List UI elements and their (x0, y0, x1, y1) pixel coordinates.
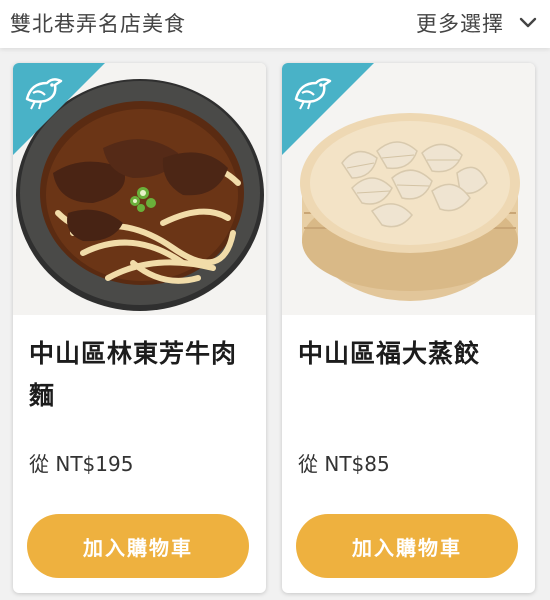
more-options-button[interactable]: 更多選擇 (416, 8, 538, 38)
section-title: 雙北巷弄名店美食 (10, 12, 186, 36)
top-bar: 雙北巷弄名店美食 更多選擇 (0, 0, 550, 48)
more-options-label: 更多選擇 (416, 12, 504, 36)
bird-logo-icon (294, 78, 332, 110)
add-to-cart-button[interactable]: 加入購物車 (296, 514, 518, 578)
chevron-down-icon (519, 17, 537, 28)
product-name[interactable]: 中山區福大蒸餃 (298, 333, 523, 375)
bird-logo-icon (25, 78, 63, 110)
product-price: 從 NT$85 (298, 452, 390, 476)
add-to-cart-button[interactable]: 加入購物車 (27, 514, 249, 578)
product-card[interactable]: 中山區福大蒸餃 從 NT$85 加入購物車 (282, 63, 535, 593)
product-name[interactable]: 中山區林東芳牛肉麵 (29, 333, 254, 417)
beef-noodle-soup-image[interactable] (13, 63, 266, 315)
steamed-dumplings-image[interactable] (282, 63, 535, 315)
product-price: 從 NT$195 (29, 452, 134, 476)
product-card[interactable]: 中山區林東芳牛肉麵 從 NT$195 加入購物車 (13, 63, 266, 593)
